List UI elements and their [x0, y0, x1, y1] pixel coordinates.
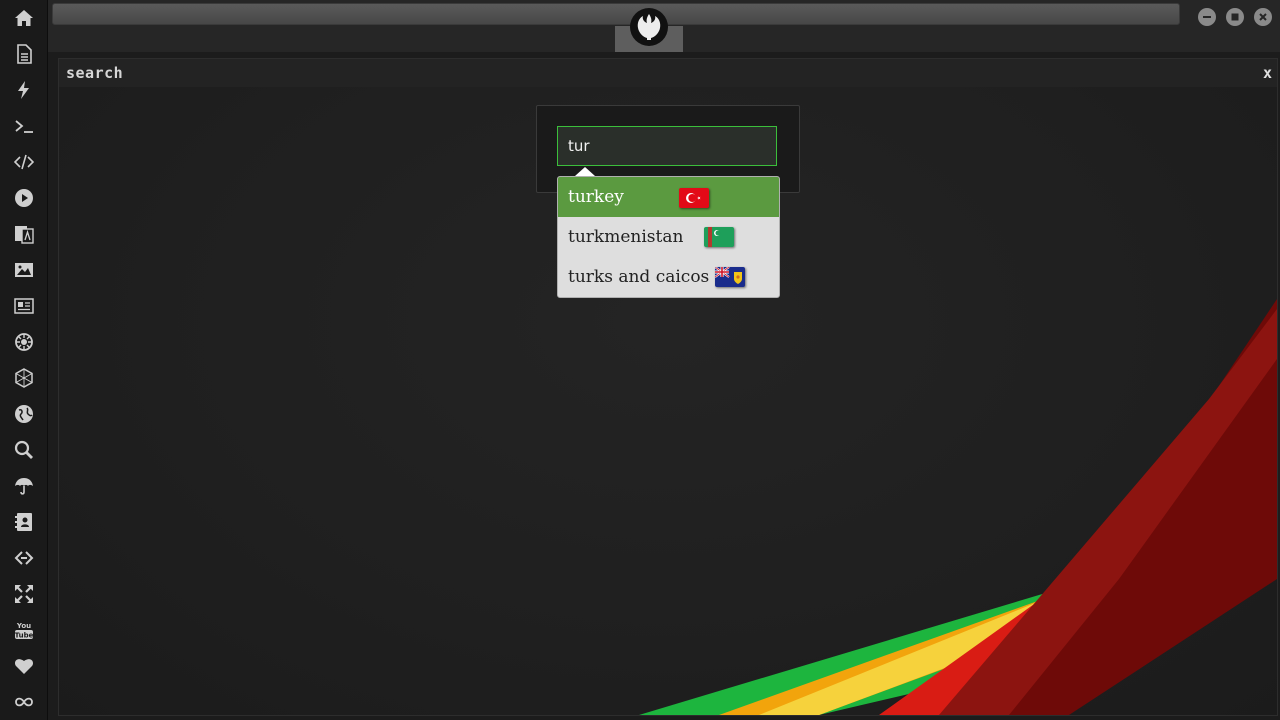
- translate-icon[interactable]: [0, 216, 47, 252]
- turkey-flag-icon: [679, 188, 709, 208]
- panel-header: [59, 59, 1277, 87]
- minimize-icon[interactable]: [1198, 8, 1216, 26]
- address-bar[interactable]: [52, 3, 1180, 25]
- turkmenistan-flag-icon: [704, 227, 734, 247]
- rebel-alliance-logo-icon: [630, 8, 668, 46]
- search-input[interactable]: [557, 126, 777, 166]
- image-icon[interactable]: [0, 252, 47, 288]
- heart-icon[interactable]: [0, 648, 47, 684]
- document-icon[interactable]: [0, 36, 47, 72]
- link-icon[interactable]: [0, 540, 47, 576]
- hexagon-icon[interactable]: [0, 360, 47, 396]
- search-icon[interactable]: [0, 432, 47, 468]
- suggestion-item[interactable]: turkey: [558, 177, 779, 217]
- close-window-icon[interactable]: [1254, 8, 1272, 26]
- code-icon[interactable]: [0, 144, 47, 180]
- panel-title: search: [66, 64, 124, 82]
- play-icon[interactable]: [0, 180, 47, 216]
- settings-wheel-icon[interactable]: [0, 324, 47, 360]
- suggestion-dropdown: turkey turkmenistan turks and caicos: [557, 176, 780, 298]
- contacts-icon[interactable]: [0, 504, 47, 540]
- expand-icon[interactable]: [0, 576, 47, 612]
- news-icon[interactable]: [0, 288, 47, 324]
- maximize-icon[interactable]: [1226, 8, 1244, 26]
- suggestion-label: turkmenistan: [568, 227, 684, 247]
- turks-and-caicos-flag-icon: [715, 267, 745, 287]
- infinity-icon[interactable]: [0, 684, 47, 720]
- sidebar: You Tube: [0, 0, 48, 720]
- suggestion-item[interactable]: turks and caicos: [558, 257, 779, 297]
- dropdown-pointer: [575, 167, 595, 176]
- suggestion-item[interactable]: turkmenistan: [558, 217, 779, 257]
- suggestion-label: turkey: [568, 187, 624, 207]
- globe-icon[interactable]: [0, 396, 47, 432]
- panel-close-button[interactable]: x: [1263, 64, 1272, 82]
- youtube-icon[interactable]: You Tube: [0, 612, 47, 648]
- svg-text:Tube: Tube: [14, 632, 33, 640]
- umbrella-icon[interactable]: [0, 468, 47, 504]
- lightning-icon[interactable]: [0, 72, 47, 108]
- app-window: You Tube search x tur turkey turkmenista…: [0, 0, 1280, 720]
- home-icon[interactable]: [0, 0, 47, 36]
- terminal-icon[interactable]: [0, 108, 47, 144]
- svg-text:You: You: [15, 622, 30, 630]
- suggestion-label: turks and caicos: [568, 267, 710, 287]
